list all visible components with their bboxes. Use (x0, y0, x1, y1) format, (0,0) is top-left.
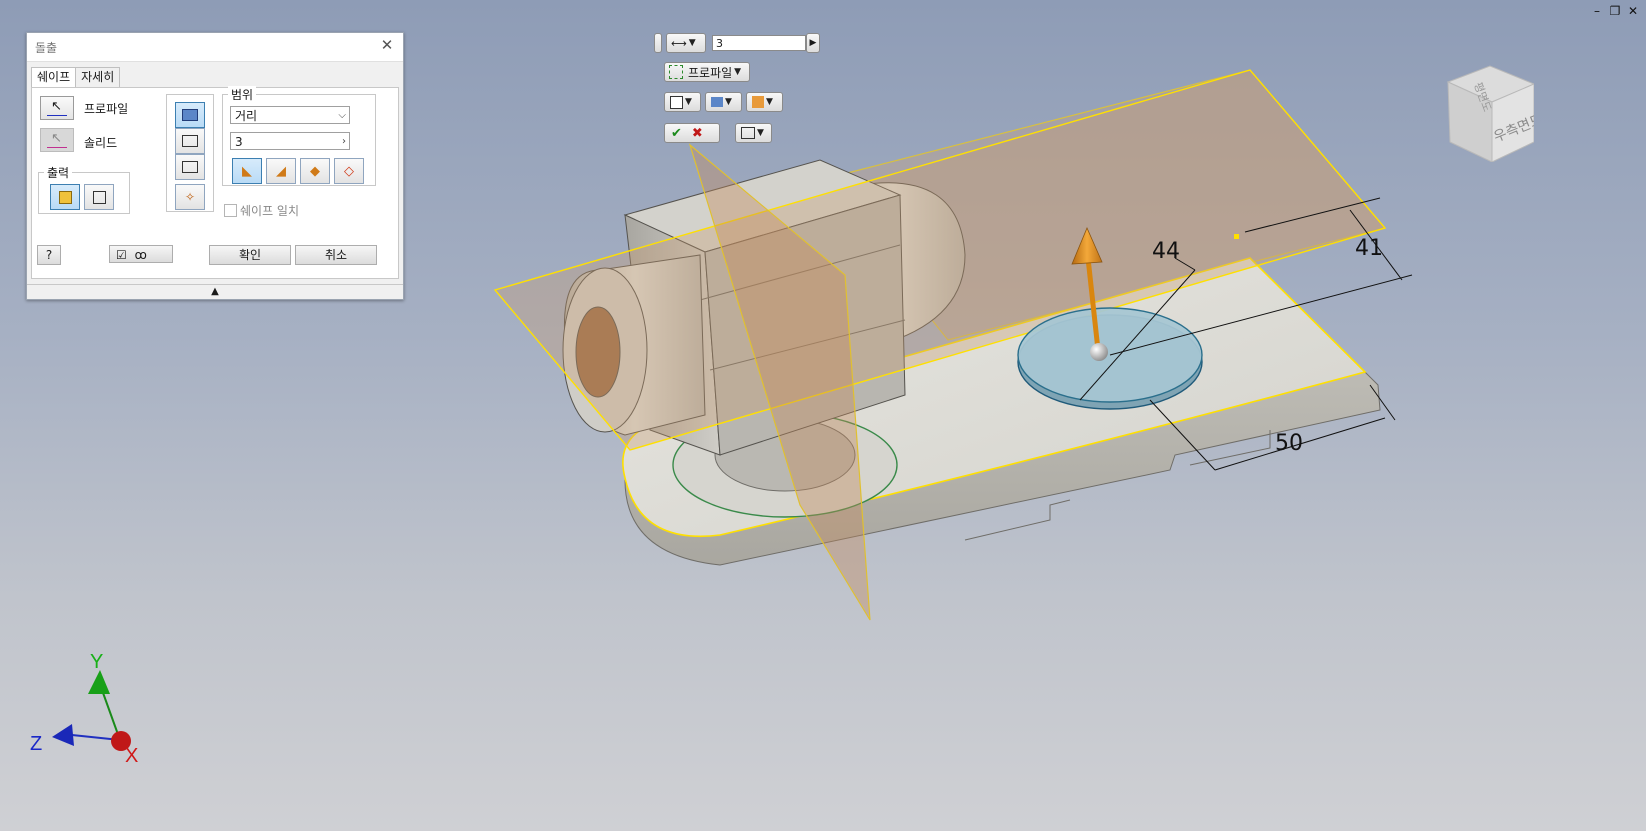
cancel-button[interactable]: 취소 (295, 245, 377, 265)
new-solid-icon: ✧ (184, 190, 196, 204)
extent-distance-input[interactable]: 3 › (230, 132, 350, 150)
join-button[interactable] (175, 102, 205, 128)
cursor-icon: ↖ (51, 131, 62, 146)
window-controls: – ❐ ✕ (1590, 4, 1640, 18)
cut-icon (182, 135, 198, 147)
dimension-44[interactable]: 44 (1152, 239, 1180, 264)
dialog-titlebar[interactable]: 돌출 ✕ (27, 33, 403, 62)
profile-label: 프로파일 (84, 102, 129, 116)
output-surface-button[interactable] (84, 184, 114, 210)
distance-icon: ⟷ (671, 36, 687, 50)
graphics-viewport[interactable]: 44 41 50 Y Z X – ❐ ✕ 우측면도 평면도 ⟷ ▼ 3 ▶ 프로… (0, 0, 1646, 831)
dialog-tabs: 쉐이프 자세히 (31, 67, 121, 89)
restore-icon[interactable]: ❐ (1608, 4, 1622, 18)
direction-symmetric-button[interactable]: ◆ (300, 158, 330, 184)
solid-icon (670, 95, 683, 109)
direction-asymmetric-button[interactable]: ◇ (334, 158, 364, 184)
cursor-icon: ↖ (51, 99, 62, 114)
direction-default-icon: ◣ (242, 163, 252, 179)
axis-triad (52, 670, 131, 751)
extent-type-select[interactable]: 거리 ⌵ (230, 106, 350, 124)
chevron-down-icon: ⌵ (338, 110, 346, 121)
operation-dropdown[interactable]: ▼ (746, 92, 783, 112)
profile-select-icon (669, 65, 683, 79)
direction-symmetric-icon: ◆ (310, 163, 320, 179)
glasses-icon: ꝏ (134, 248, 147, 262)
apply-arrow-button[interactable]: ▶ (806, 33, 820, 53)
help-icon: ? (45, 248, 53, 262)
dialog-close-icon[interactable]: ✕ (379, 37, 395, 53)
dimension-41[interactable]: 41 (1355, 236, 1383, 261)
direction-dropdown[interactable]: ▼ (705, 92, 742, 112)
solid-body-icon (58, 190, 72, 204)
extent-type-value: 거리 (235, 109, 258, 123)
solid-select-button[interactable]: ↖ (40, 128, 74, 152)
minitoolbar-grip[interactable] (654, 33, 662, 53)
output-group-label: 출력 (44, 164, 73, 181)
match-shape-checkbox[interactable] (224, 204, 237, 217)
profile-select-button[interactable]: 프로파일 ▼ (664, 62, 750, 82)
output-solid-button[interactable] (50, 184, 80, 210)
join-icon (752, 96, 764, 108)
new-solid-button[interactable]: ✧ (175, 184, 205, 210)
axis-label-z: Z (30, 733, 42, 755)
tab-more[interactable]: 자세히 (75, 67, 121, 87)
ok-cancel-group: ✔ ✖ (664, 123, 720, 143)
preview-toggle[interactable]: ☑ ꝏ (109, 245, 173, 263)
dialog-collapse-bar[interactable]: ▲ (27, 284, 403, 299)
snap-point (1234, 234, 1239, 239)
direction-icon (711, 97, 723, 107)
solid-label: 솔리드 (84, 136, 118, 150)
profile-select-button[interactable]: ↖ (40, 96, 74, 120)
options-dropdown[interactable]: ▼ (735, 123, 772, 143)
extent-distance-value: 3 (235, 135, 243, 149)
ok-check-icon[interactable]: ✔ (671, 126, 682, 141)
minitoolbar-distance-input[interactable]: 3 (712, 35, 806, 51)
collapse-icon: ▲ (211, 286, 219, 297)
profile-label: 프로파일 (688, 65, 733, 80)
tab-shape[interactable]: 쉐이프 (31, 67, 77, 89)
minimize-icon[interactable]: – (1590, 4, 1604, 18)
direction-flipped-button[interactable]: ◢ (266, 158, 296, 184)
extrude-dialog: 돌출 ✕ 쉐이프 자세히 ↖ 프로파일 ↖ 솔리드 출력 ✧ 범위 거리 ⌵ 3… (26, 32, 404, 300)
surface-body-icon (92, 190, 106, 204)
distance-type-dropdown[interactable]: ⟷ ▼ (666, 33, 706, 53)
extent-group-label: 범위 (228, 86, 257, 103)
play-icon: ▶ (809, 38, 817, 48)
viewcube[interactable]: 우측면도 평면도 (1438, 62, 1545, 163)
cut-button[interactable] (175, 128, 205, 154)
axis-label-y: Y (90, 651, 103, 673)
direction-asymmetric-icon: ◇ (344, 163, 354, 179)
axis-label-x: X (125, 745, 138, 767)
direction-flipped-icon: ◢ (276, 163, 286, 179)
close-icon[interactable]: ✕ (1626, 4, 1640, 18)
output-type-dropdown[interactable]: ▼ (664, 92, 701, 112)
intersect-icon (182, 161, 198, 173)
solid-underline (47, 147, 67, 148)
match-shape-label: 쉐이프 일치 (240, 204, 300, 218)
dialog-title: 돌출 (35, 41, 58, 55)
intersect-button[interactable] (175, 154, 205, 180)
join-icon (182, 109, 198, 121)
dimension-50[interactable]: 50 (1275, 431, 1303, 456)
help-button[interactable]: ? (37, 245, 61, 265)
preview-checkbox-icon: ☑ (116, 248, 127, 262)
profile-underline (47, 115, 67, 116)
direction-default-button[interactable]: ◣ (232, 158, 262, 184)
cancel-x-icon[interactable]: ✖ (692, 126, 703, 141)
ok-button[interactable]: 확인 (209, 245, 291, 265)
options-icon (741, 127, 755, 139)
chevron-right-icon[interactable]: › (342, 133, 346, 151)
